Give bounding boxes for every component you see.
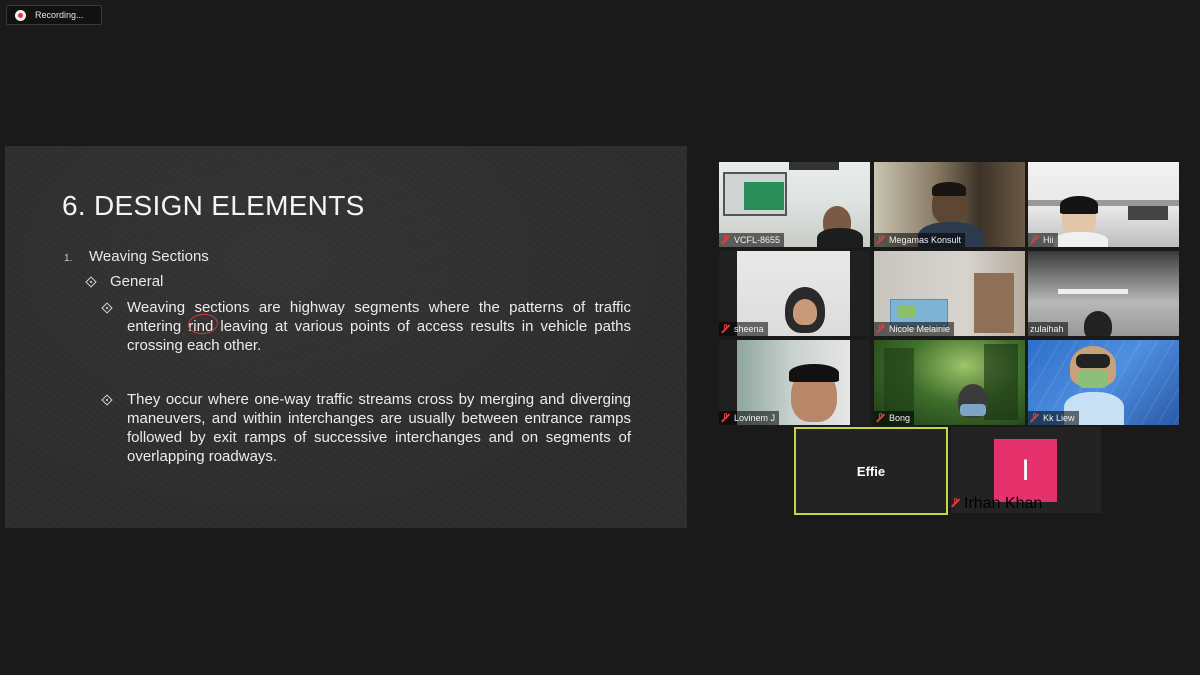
participant-name: Megamas Konsult: [889, 235, 962, 245]
video-tile-nicole[interactable]: Nicole Melainie: [874, 251, 1025, 336]
avatar-letter: I: [1021, 453, 1030, 487]
video-tile-zulaihah[interactable]: zulaihah: [1028, 251, 1179, 336]
subitem-label: General: [110, 273, 164, 290]
shared-slide: 6. DESIGN ELEMENTS 1. Weaving Sections G…: [5, 146, 687, 528]
mic-muted-icon: [721, 235, 730, 245]
participant-name: Bong: [889, 413, 911, 423]
video-tile-irhan[interactable]: I Irhan Khan: [951, 427, 1101, 513]
participant-name-tag: Hii: [1028, 233, 1058, 247]
participant-name: zulaihah: [1030, 324, 1064, 334]
participant-face: [793, 299, 817, 325]
participant-name-tag: Nicole Melainie: [874, 322, 955, 336]
video-tile-hii[interactable]: Hii: [1028, 162, 1179, 247]
participant-hair: [1060, 196, 1098, 214]
list-number: 1.: [64, 253, 73, 264]
video-tile-lovinem[interactable]: Lovinem J: [719, 340, 870, 425]
participant-visor: [1076, 354, 1110, 368]
participant-name: Lovinem J: [734, 413, 776, 423]
slide-title: 6. DESIGN ELEMENTS: [62, 190, 365, 221]
diamond-bullet-icon: [101, 394, 113, 406]
participant-name: Irhan Khan: [964, 495, 1043, 512]
bullet-2: They occur where one-way traffic streams…: [101, 390, 631, 466]
list-item-label: Weaving Sections: [89, 248, 209, 265]
participant-name: VCFL-8655: [734, 235, 781, 245]
participant-hair: [932, 182, 966, 196]
participant-face: [1078, 370, 1108, 388]
participant-body: [817, 228, 863, 247]
participant-name-tag: sheena: [719, 322, 768, 336]
participant-head: [1084, 311, 1112, 336]
participant-mask: [960, 404, 986, 416]
bullet-text: They occur where one-way traffic streams…: [127, 391, 631, 465]
video-tile-vcfl[interactable]: VCFL-8655: [719, 162, 870, 247]
diamond-bullet-icon: [101, 302, 113, 314]
bullet-1: Weaving sections are highway segments wh…: [101, 298, 631, 355]
participant-name: sheena: [734, 324, 764, 334]
participant-name: Hii: [1043, 235, 1054, 245]
participant-name: Nicole Melainie: [889, 324, 951, 334]
mic-muted-icon: [951, 498, 960, 508]
mic-muted-icon: [721, 324, 730, 334]
mic-muted-icon: [1030, 235, 1039, 245]
mic-muted-icon: [876, 413, 885, 423]
participant-name-tag: Irhan Khan: [951, 495, 1042, 513]
participant-name: Effie: [856, 463, 886, 479]
recording-label: Recording...: [35, 10, 84, 20]
participant-name: Kk Liew: [1043, 413, 1075, 423]
participant-body: [1054, 232, 1108, 247]
mic-muted-icon: [876, 324, 885, 334]
diamond-bullet-icon: [85, 275, 97, 288]
participant-name-tag: VCFL-8655: [719, 233, 785, 247]
mic-muted-icon: [1030, 413, 1039, 423]
avatar: I: [994, 439, 1057, 502]
participant-name-tag: Megamas Konsult: [874, 233, 966, 247]
subitem-general: General: [85, 273, 163, 290]
participant-name-tag: Kk Liew: [1028, 411, 1079, 425]
participant-hair: [789, 364, 839, 382]
participant-name-tag: zulaihah: [1028, 322, 1068, 336]
participant-name-tag: Bong: [874, 411, 915, 425]
list-item-weaving: 1. Weaving Sections: [64, 248, 209, 265]
video-tile-sheena[interactable]: sheena: [719, 251, 870, 336]
video-tile-megamas[interactable]: Megamas Konsult: [874, 162, 1025, 247]
video-tile-bong[interactable]: Bong: [874, 340, 1025, 425]
mic-muted-icon: [876, 235, 885, 245]
mic-muted-icon: [721, 413, 730, 423]
video-tile-effie-active-speaker[interactable]: Effie: [794, 427, 948, 515]
participant-name-tag: Lovinem J: [719, 411, 780, 425]
recording-indicator[interactable]: Recording...: [6, 5, 102, 25]
video-tile-kkliew[interactable]: Kk Liew: [1028, 340, 1179, 425]
record-icon: [15, 9, 26, 21]
